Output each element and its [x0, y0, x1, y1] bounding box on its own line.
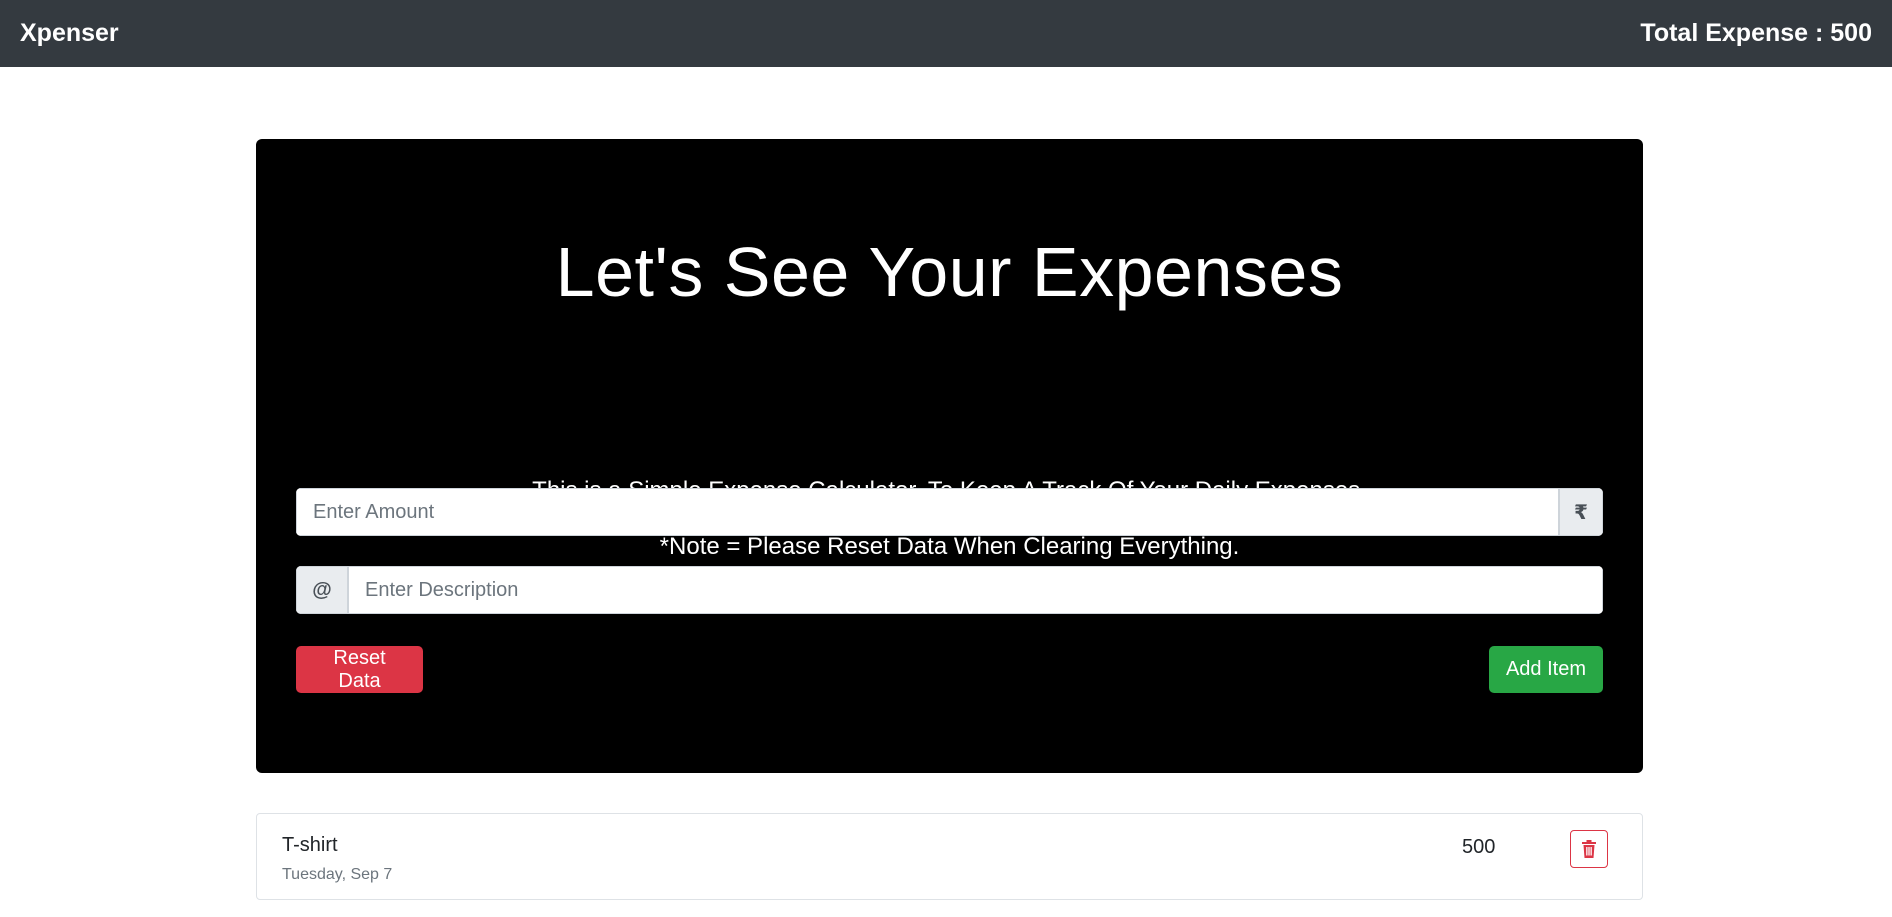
reset-data-button[interactable]: Reset Data — [296, 646, 423, 693]
navbar: Xpenser Total Expense : 500 — [0, 0, 1892, 67]
description-input-group: @ — [296, 566, 1603, 614]
item-description: T-shirt — [282, 834, 338, 856]
hero-panel: Let's See Your Expenses This is a Simple… — [256, 139, 1643, 773]
hero-title: Let's See Your Expenses — [555, 233, 1344, 311]
delete-item-button[interactable] — [1570, 830, 1608, 868]
expense-list-item: T-shirt Tuesday, Sep 7 500 — [256, 813, 1643, 900]
amount-input-group: ₹ — [296, 488, 1603, 536]
description-input[interactable] — [348, 566, 1603, 614]
brand-logo[interactable]: Xpenser — [20, 19, 119, 48]
amount-input[interactable] — [296, 488, 1559, 536]
add-item-button[interactable]: Add Item — [1489, 646, 1603, 693]
at-icon: @ — [296, 566, 348, 614]
rupee-icon: ₹ — [1559, 488, 1603, 536]
item-amount: 500 — [1462, 836, 1496, 858]
item-date: Tuesday, Sep 7 — [282, 866, 393, 883]
total-expense: Total Expense : 500 — [1640, 19, 1872, 47]
hero-note: *Note = Please Reset Data When Clearing … — [659, 533, 1240, 560]
trash-icon — [1582, 840, 1596, 858]
